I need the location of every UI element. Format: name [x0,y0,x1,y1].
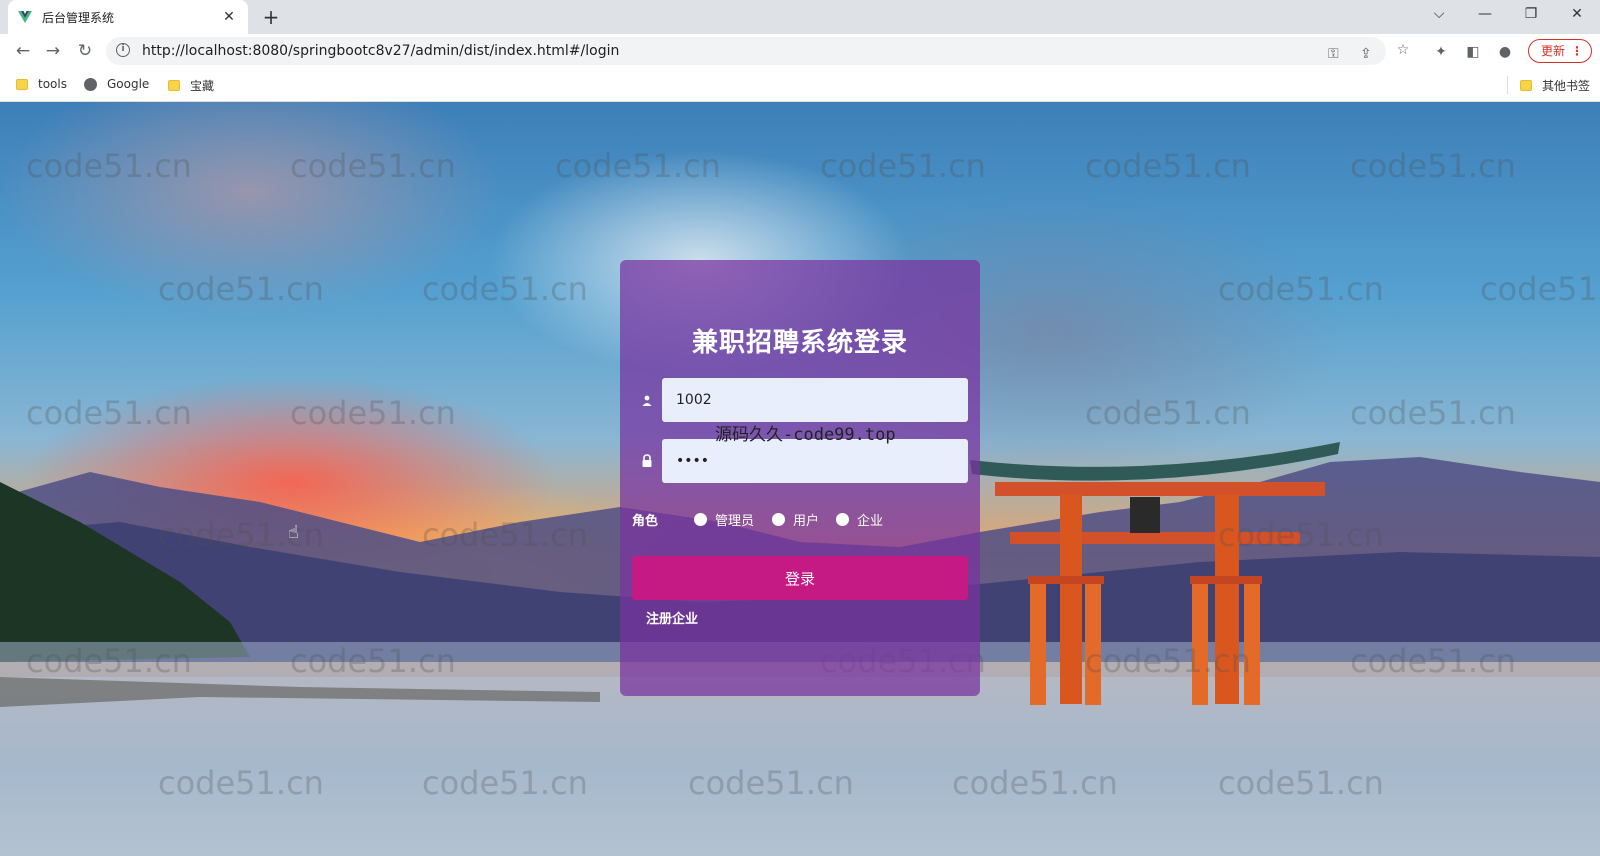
overlay-watermark-text: 源码久久-code99.top [715,425,896,445]
login-button[interactable]: 登录 [632,556,968,600]
tab-close-icon[interactable]: ✕ [220,9,238,25]
radio-circle-icon [836,513,849,526]
browser-toolbar: ← → ↻ i http://localhost:8080/springboot… [0,34,1600,68]
menu-dots-icon: ⋮ [1571,44,1583,58]
forward-arrow-icon[interactable]: → [40,38,66,64]
folder-icon [168,80,180,91]
username-input[interactable] [662,378,968,422]
restore-button[interactable]: ❐ [1508,0,1554,30]
extensions-icon[interactable]: ✦ [1430,41,1452,63]
bookmark-google[interactable]: Google [84,77,149,91]
radio-circle-icon [694,513,707,526]
update-button[interactable]: 更新 ⋮ [1528,39,1592,63]
address-bar[interactable]: i http://localhost:8080/springbootc8v27/… [106,37,1386,65]
password-input[interactable] [662,439,968,483]
user-icon [642,395,652,406]
url-text: http://localhost:8080/springbootc8v27/ad… [142,43,620,59]
tab-search-icon[interactable]: ⌵ [1416,0,1462,30]
browser-tab-active[interactable]: 后台管理系统 ✕ [8,0,248,34]
update-label: 更新 [1541,44,1566,58]
vue-logo-icon [18,11,32,23]
folder-icon [16,78,28,90]
login-title: 兼职招聘系统登录 [691,328,908,358]
login-panel: 兼职招聘系统登录 角色 管理员 用户 企业 登录 注册企业 [620,260,980,696]
bookmark-label: tools [38,77,67,91]
bookmark-star-icon[interactable]: ☆ [1392,39,1414,61]
bookmarks-bar: tools Google 宝藏 其他书签 [0,68,1600,102]
share-icon[interactable]: ⇪ [1360,46,1372,62]
bookmark-label: 宝藏 [190,79,215,93]
back-arrow-icon[interactable]: ← [10,38,36,64]
radio-circle-icon [772,513,785,526]
role-option-label: 用户 [793,514,820,529]
folder-icon [1520,80,1532,91]
profile-icon[interactable]: ● [1494,41,1516,63]
key-icon[interactable]: ⚿ [1328,46,1339,62]
site-info-icon[interactable]: i [116,43,130,57]
bookmark-label: Google [107,77,150,91]
bookmark-tools[interactable]: tools [16,77,67,91]
lock-icon [642,454,652,467]
tab-strip: 后台管理系统 ✕ + ⌵ — ❐ ✕ [0,0,1600,34]
login-page-background: code51.cn code51.cn code51.cn code51.cn … [0,102,1600,856]
reload-icon[interactable]: ↻ [72,38,98,64]
register-company-link[interactable]: 注册企业 [646,608,698,627]
hand-cursor-icon: ☝ [288,522,299,543]
role-label: 角色 [632,514,659,529]
bookmark-label: 其他书签 [1542,79,1591,93]
bookmark-treasure[interactable]: 宝藏 [168,77,214,94]
close-window-button[interactable]: ✕ [1554,0,1600,30]
role-radio-admin[interactable]: 管理员 [694,510,754,529]
role-option-label: 企业 [857,514,884,529]
minimize-button[interactable]: — [1462,0,1508,30]
tab-title: 后台管理系统 [42,10,115,25]
other-bookmarks[interactable]: 其他书签 [1520,77,1590,94]
role-radio-user[interactable]: 用户 [772,510,819,529]
side-panel-icon[interactable]: ◧ [1462,41,1484,63]
globe-icon [84,77,97,91]
role-option-label: 管理员 [715,514,755,529]
role-radio-company[interactable]: 企业 [836,510,883,529]
bookmark-separator [1507,76,1508,94]
new-tab-button[interactable]: + [258,4,284,30]
